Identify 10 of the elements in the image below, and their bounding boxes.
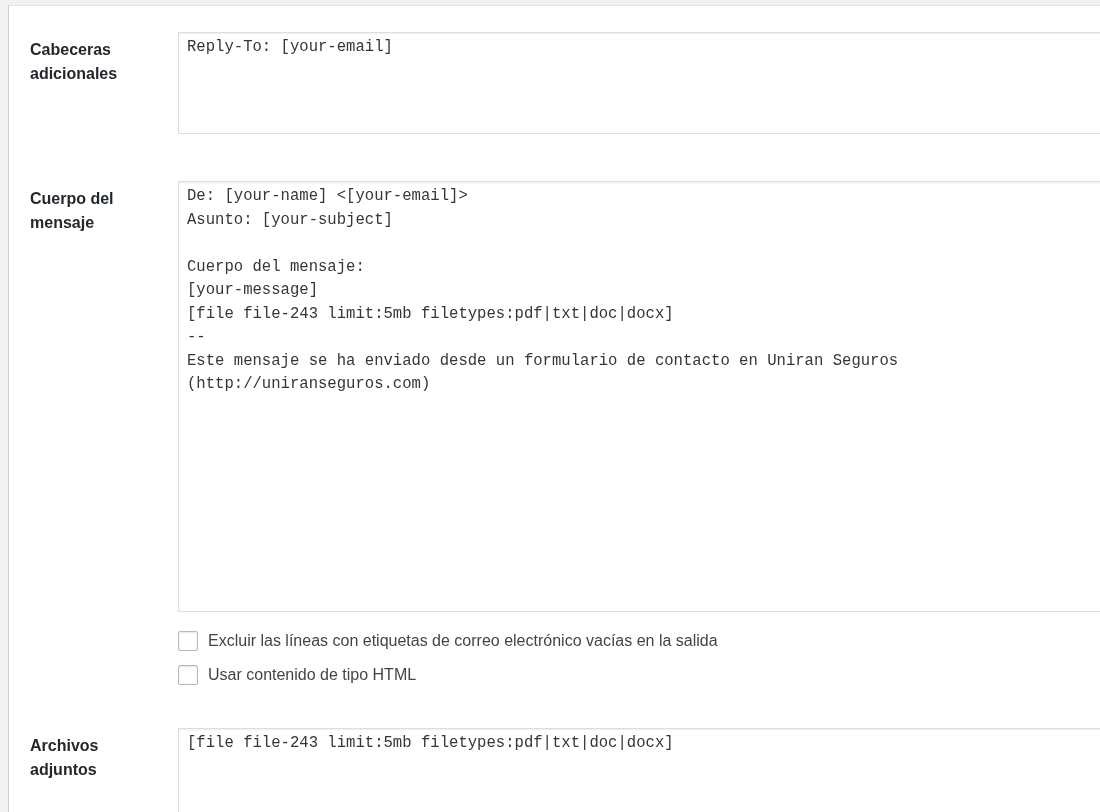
- field-label: Cabeceras adicionales: [30, 40, 119, 84]
- text-area[interactable]: [file file-243 limit:5mb filetypes:pdf|txt|doc|docx]: [178, 728, 1100, 812]
- checkbox-label: Excluir las líneas con etiquetas de correo electrónico vacías en la salida: [208, 632, 718, 650]
- checkbox[interactable]: [178, 665, 198, 685]
- field-label: Cuerpo del mensaje: [30, 189, 115, 233]
- checkbox-label: Usar contenido de tipo HTML: [208, 666, 417, 684]
- field-label: Archivos adjuntos: [30, 736, 100, 780]
- text-area[interactable]: De: [your-name] <[your-email]> Asunto: [your-subject] Cuerpo del mensaje: [your-message] [file file-243 limit:5mb filetypes:pdf|txt|doc|docx] -- Este mensaje se ha enviado desde un formulario de contacto en Uniran Seguros (http://uniranseguros.com): [178, 181, 1100, 612]
- checkbox[interactable]: [178, 631, 198, 651]
- text-area[interactable]: Reply-To: [your-email]: [178, 32, 1100, 134]
